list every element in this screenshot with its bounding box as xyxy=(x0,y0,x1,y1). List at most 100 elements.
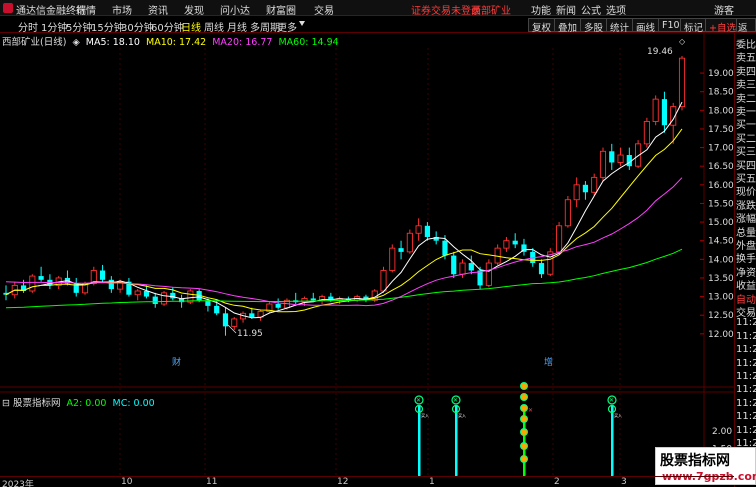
candle-body xyxy=(380,270,387,292)
candle-body xyxy=(134,290,141,296)
candle-body xyxy=(424,225,431,237)
watermark-title: 股票指标网 xyxy=(660,453,730,469)
candle-body xyxy=(599,150,607,178)
price-tick-label: 16.50 xyxy=(708,162,734,172)
svg-text:✕: ✕ xyxy=(416,397,421,404)
price-tick-label: 13.50 xyxy=(708,274,734,284)
x-label-11: 11 xyxy=(206,477,218,487)
svg-text:✕: ✕ xyxy=(453,397,458,404)
quote-panel: 委比 卖五 卖四 卖三 卖二 卖一 买一 买二 买三 买四 买五 现价 涨跌 涨幅 总量 外盘 换手 净资 收益 自动… xyxy=(734,33,756,487)
price-tick-label: 13.00 xyxy=(708,293,734,303)
candle-body xyxy=(617,154,624,163)
price-tick-label: 16.00 xyxy=(708,181,734,191)
high-marker-icon: ◇ xyxy=(679,37,686,46)
price-tick-label: 12.50 xyxy=(708,311,734,321)
candle-body xyxy=(398,248,404,252)
candle-body xyxy=(678,57,686,108)
candle-body xyxy=(389,247,396,271)
price-tick-label: 18.00 xyxy=(708,106,734,116)
back-button[interactable]: 返回 xyxy=(736,18,756,48)
candle-body xyxy=(485,262,492,286)
price-tick-label: 19.00 xyxy=(708,69,734,79)
candle-body xyxy=(582,184,589,193)
indicator-signals: ✕ 买入 ✕ 买入 ✕ ✕ 买入 xyxy=(414,382,622,476)
svg-text:买入: 买入 xyxy=(614,412,622,418)
candle-body xyxy=(275,304,281,308)
price-tick-label: 12.00 xyxy=(708,330,734,340)
ma20-line xyxy=(5,177,683,307)
x-label-12: 12 xyxy=(337,477,349,487)
price-tick-label: 14.50 xyxy=(708,237,734,247)
candle-body xyxy=(573,184,580,201)
candle-body xyxy=(108,279,114,290)
price-tick-label: 14.00 xyxy=(708,255,734,265)
candles-group xyxy=(3,55,686,336)
candle-body xyxy=(591,176,598,193)
svg-text:买入: 买入 xyxy=(458,412,466,418)
svg-text:✕: ✕ xyxy=(528,407,533,414)
candle-body xyxy=(661,99,668,126)
quote-panel-item: 11:25 xyxy=(736,411,756,423)
candle-body xyxy=(249,313,255,318)
candle-body xyxy=(564,199,571,227)
candle-body xyxy=(556,225,563,253)
candle-body xyxy=(38,276,44,280)
price-tick-label: 17.50 xyxy=(708,125,734,135)
ma5-line xyxy=(5,101,683,319)
candle-body xyxy=(538,263,545,275)
candle-body xyxy=(512,240,518,245)
quote-panel-item: 11:25 xyxy=(736,317,756,329)
candle-body xyxy=(143,290,150,297)
candle-body xyxy=(152,296,158,305)
quote-panel-item: 11:25 xyxy=(736,384,756,396)
svg-text:买入: 买入 xyxy=(421,412,429,418)
signal-3: ✕ xyxy=(520,382,533,476)
candle-body xyxy=(160,292,168,305)
candle-body xyxy=(442,240,448,256)
candle-body xyxy=(222,313,229,327)
candle-body xyxy=(643,121,650,145)
candle-body xyxy=(468,263,474,271)
candle-body xyxy=(503,240,510,249)
quote-panel-item: 11:25 xyxy=(736,371,756,382)
quote-panel-item: 11:25 xyxy=(736,357,756,369)
candle-body xyxy=(459,262,466,275)
x-label-2: 2 xyxy=(554,477,560,487)
price-tick-label: 18.50 xyxy=(708,88,734,98)
x-label-1: 1 xyxy=(429,477,435,487)
indicator-tick-label: 2.00 xyxy=(712,427,732,437)
quote-panel-item: 11:25 xyxy=(736,397,756,409)
candle-body xyxy=(231,318,238,327)
candle-body xyxy=(652,98,659,122)
candle-body xyxy=(406,232,413,253)
increase-marker[interactable]: 增 xyxy=(544,356,553,368)
date-axis: 2023年 10 11 12 1 2 3 xyxy=(0,476,734,487)
candle-body xyxy=(29,275,36,292)
quote-panel-item: 11:25 xyxy=(736,424,756,436)
ma-lines-group xyxy=(5,101,683,319)
candle-body xyxy=(214,305,220,314)
svg-text:✕: ✕ xyxy=(609,397,614,404)
kline-chart[interactable]: 19.00 18.50 18.00 17.50 17.00 16.50 16.00 15.50… xyxy=(0,0,734,476)
low-price-label: 11.95 xyxy=(237,329,263,339)
price-axis: 19.00 18.50 18.00 17.50 17.00 16.50 16.00 15.50… xyxy=(700,69,734,340)
x-label-year: 2023年 xyxy=(2,480,34,487)
price-tick-label: 15.00 xyxy=(708,218,734,228)
candle-body xyxy=(99,270,106,280)
price-tick-label: 15.50 xyxy=(708,199,734,209)
candle-body xyxy=(451,255,457,275)
x-label-3: 3 xyxy=(621,477,627,487)
quote-panel-item: 11:25 xyxy=(736,344,756,356)
signal-1: ✕ 买入 xyxy=(414,395,429,476)
candle-body xyxy=(170,292,176,299)
signal-2: ✕ 买入 xyxy=(451,395,466,476)
price-tick-label: 17.00 xyxy=(708,144,734,154)
x-label-10: 10 xyxy=(121,477,133,487)
financial-report-marker[interactable]: 财 xyxy=(172,356,181,368)
candle-body xyxy=(310,298,316,301)
quote-panel-item: 11:25 xyxy=(736,330,756,342)
high-price-label: 19.46 xyxy=(647,47,673,57)
candle-body xyxy=(415,225,422,234)
candle-body xyxy=(609,151,615,163)
candle-body xyxy=(477,270,483,286)
